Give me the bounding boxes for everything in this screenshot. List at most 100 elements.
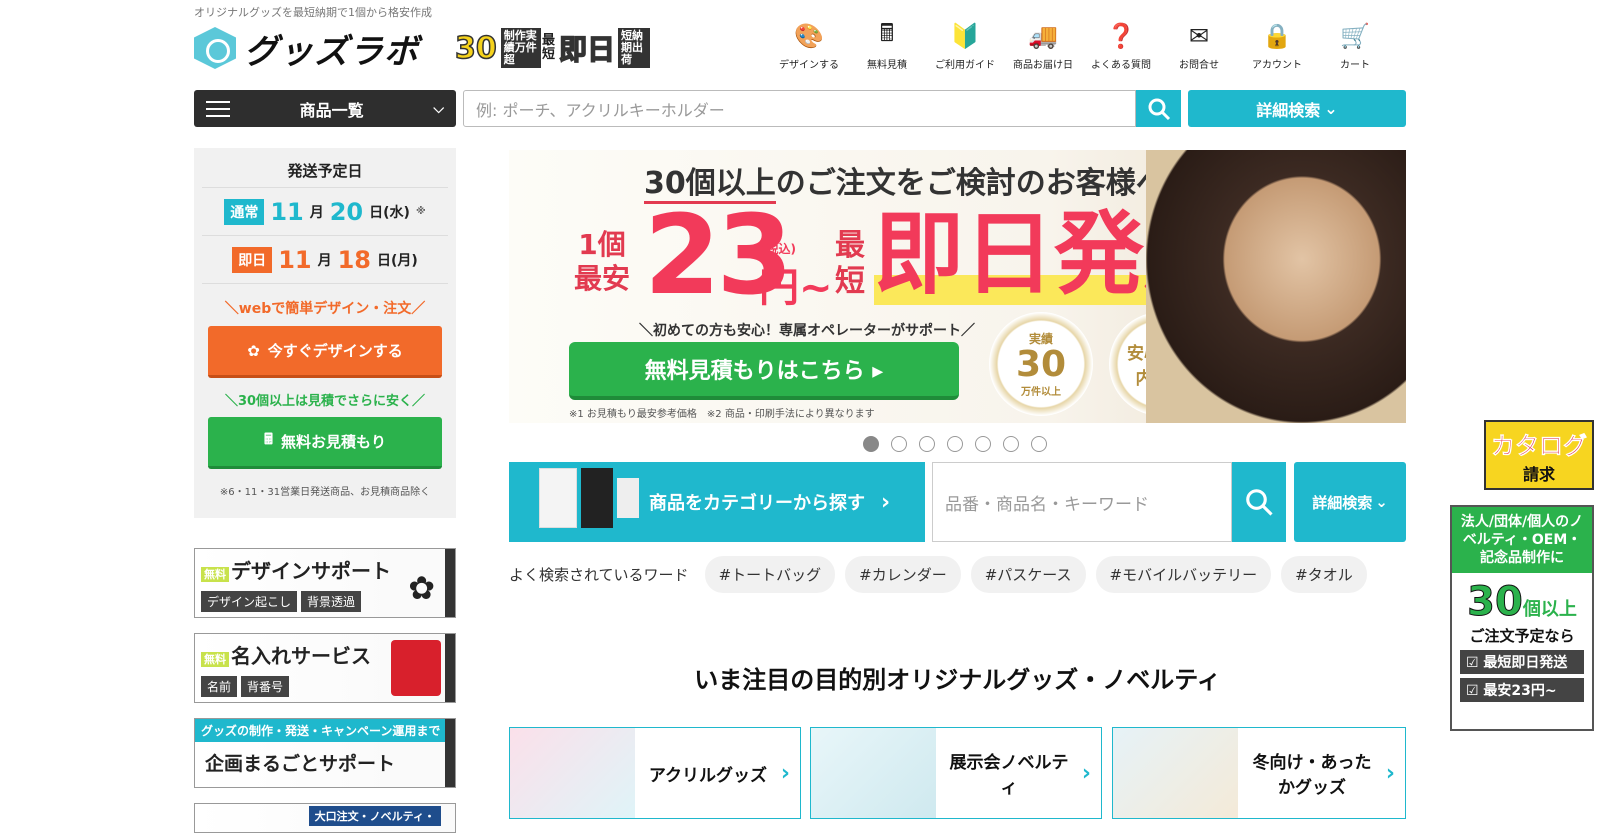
popular-keywords: よく検索されているワード #トートバッグ #カレンダー #パスケース #モバイル…: [509, 556, 1367, 593]
purpose-card-label: 展示会ノベルティ: [949, 753, 1069, 798]
category-browse-label: 商品をカテゴリーから探す: [649, 493, 865, 514]
nav-label: よくある質問: [1091, 60, 1151, 71]
design-support-banner[interactable]: 無料 デザインサポート デザイン起こし 背景透過 ✿: [194, 548, 456, 618]
nav-mail[interactable]: ✉ お問合せ: [1160, 22, 1238, 71]
section-title: いま注目の目的別オリジナルグッズ・ノベルティ: [694, 666, 1221, 694]
corporate-order-banner[interactable]: 法人/団体/個人のノベルティ・OEM・記念品制作に 30個以上 ご注文予定なら …: [1450, 505, 1594, 731]
chevron-down-icon: ⌵: [433, 100, 444, 117]
keyword-tag[interactable]: #タオル: [1281, 556, 1367, 593]
normal-weekday: 日(水): [369, 204, 410, 221]
keyword-tag[interactable]: #カレンダー: [845, 556, 961, 593]
hero-banner[interactable]: 30個以上のご注文をご検討のお客様へ 1個最安 23 (税込) 円~ 最短 即日…: [509, 150, 1406, 423]
carousel-dot[interactable]: [891, 436, 907, 452]
hero-yen: 円~: [759, 265, 833, 311]
detail-search-button[interactable]: 詳細検索 ⌄: [1188, 90, 1406, 127]
carousel-dot[interactable]: [947, 436, 963, 452]
catalog-request-button[interactable]: カタログ 請求: [1484, 420, 1594, 490]
nav-beginner-mark[interactable]: 🔰 ご利用ガイド: [926, 22, 1004, 71]
medal-number: 30: [1015, 344, 1067, 385]
chevron-right-icon: ›: [1385, 760, 1395, 786]
question-icon: ❓: [1106, 22, 1136, 50]
chevron-right-icon: [445, 719, 455, 787]
plan-support-title: 企画まるごとサポート: [205, 753, 396, 775]
carousel-dot[interactable]: [919, 436, 935, 452]
truck-icon: 🚚: [1028, 22, 1058, 50]
design-support-text: デザインサポート: [231, 559, 391, 583]
catalog-label: カタログ: [1491, 431, 1588, 460]
chevron-down-icon: ⌄: [1324, 99, 1338, 118]
normal-shipping-row: 通常 11 月 20 日(水) ※: [202, 188, 448, 236]
keyword-tag[interactable]: #トートバッグ: [704, 556, 836, 593]
bulk-order-top: 大口注文・ノベルティ・: [308, 806, 441, 826]
keyword-input[interactable]: 品番・商品名・キーワード: [932, 462, 1232, 542]
category-browse-button[interactable]: 商品をカテゴリーから探す ›: [509, 462, 925, 542]
purpose-card-winter[interactable]: 冬向け・あったかグッズ ›: [1112, 727, 1406, 819]
logo-text: グッズラボ: [244, 31, 419, 72]
achievement-medal: 実績 30 万件以上: [989, 312, 1093, 416]
bulk-order-banner[interactable]: 大口注文・ノベルティ・: [194, 803, 456, 833]
hero-quote-button[interactable]: 無料見積もりはこちら ▸: [569, 342, 959, 400]
nav-label: 無料見積: [867, 60, 907, 71]
purpose-card-acrylic[interactable]: アクリルグッズ ›: [509, 727, 801, 819]
nav-label: カート: [1340, 60, 1370, 71]
design-support-chips: デザイン起こし 背景透過: [201, 591, 362, 612]
free-badge: 無料: [201, 567, 229, 582]
free-badge: 無料: [201, 652, 229, 667]
cart-icon: 🛒: [1340, 22, 1370, 50]
nav-question[interactable]: ❓ よくある質問: [1082, 22, 1160, 71]
carousel-dot[interactable]: [1003, 436, 1019, 452]
purpose-card-exhibition[interactable]: 展示会ノベルティ ›: [810, 727, 1102, 819]
product-list-dropdown[interactable]: 商品一覧 ⌵: [194, 90, 456, 127]
nav-palette[interactable]: 🎨 デザインする: [770, 22, 848, 71]
nav-cart[interactable]: 🛒 カート: [1316, 22, 1394, 71]
keyword-search-button[interactable]: [1232, 462, 1286, 542]
same-weekday: 日(月): [377, 252, 418, 269]
design-now-button[interactable]: ✿ 今すぐデザインする: [208, 326, 442, 378]
winter-goods-image: [1113, 728, 1238, 818]
search-icon: [1246, 489, 1273, 516]
name-print-chips: 名前 背番号: [201, 676, 290, 697]
purpose-card-label: 冬向け・あったかグッズ: [1252, 753, 1372, 798]
shipping-footnote: ※6・11・31営業日発送商品、お見積商品除く: [219, 487, 431, 498]
chip: 背景透過: [301, 591, 362, 612]
tagline: オリジナルグッズを最短納期で1個から格安作成: [194, 6, 432, 19]
free-quote-button[interactable]: 🖩 無料お見積もり: [208, 417, 442, 469]
nav-calculator[interactable]: 🖩 無料見積: [848, 19, 926, 72]
calculator-icon: 🖩: [263, 430, 273, 448]
same-tag: 即日: [232, 246, 273, 273]
logo-mark-icon: [194, 27, 236, 69]
chip: デザイン起こし: [201, 591, 298, 612]
nav-label: アカウント: [1252, 60, 1302, 71]
badge-short: 最短: [542, 33, 556, 62]
chip: 名前: [201, 676, 238, 697]
design-now-label: 今すぐデザインする: [267, 342, 403, 360]
detail-search-label: 詳細検索: [1256, 100, 1321, 120]
search-input[interactable]: 例: ポーチ、アクリルキーホルダー: [463, 90, 1136, 127]
nav-truck[interactable]: 🚚 商品お届け日: [1004, 22, 1082, 71]
carousel-dots: [863, 436, 1047, 452]
search-button[interactable]: [1136, 90, 1181, 127]
flower-icon: ✿: [408, 569, 435, 607]
hero-headline-rest: のご注文をご検討のお客様へ: [775, 166, 1166, 201]
site-logo[interactable]: グッズラボ: [194, 24, 434, 72]
hamburger-icon: [206, 100, 230, 117]
product-list-label: 商品一覧: [299, 100, 364, 120]
carousel-dot[interactable]: [863, 436, 879, 452]
keyword-tag[interactable]: #モバイルバッテリー: [1095, 556, 1272, 593]
name-print-banner[interactable]: 無料 名入れサービス 名前 背番号: [194, 633, 456, 703]
design-support-title: 無料 デザインサポート: [201, 555, 391, 584]
hero-min-label: 1個最安: [573, 228, 630, 295]
carousel-dot[interactable]: [975, 436, 991, 452]
medal-unit: 万件以上: [1021, 387, 1061, 398]
lock-icon: 🔒: [1262, 22, 1292, 50]
carousel-dot[interactable]: [1031, 436, 1047, 452]
free-quote-label: 無料お見積もり: [281, 433, 387, 451]
palette-icon: 🎨: [794, 22, 824, 50]
keyword-detail-search-button[interactable]: 詳細検索 ⌄: [1294, 462, 1406, 542]
keyword-tag[interactable]: #パスケース: [970, 556, 1086, 593]
month-unit: 月: [309, 204, 324, 221]
chevron-right-icon: [445, 549, 455, 617]
nav-lock[interactable]: 🔒 アカウント: [1238, 22, 1316, 71]
same-month: 11: [278, 245, 312, 274]
plan-support-banner[interactable]: グッズの制作・発送・キャンペーン運用まで 企画まるごとサポート: [194, 718, 456, 788]
